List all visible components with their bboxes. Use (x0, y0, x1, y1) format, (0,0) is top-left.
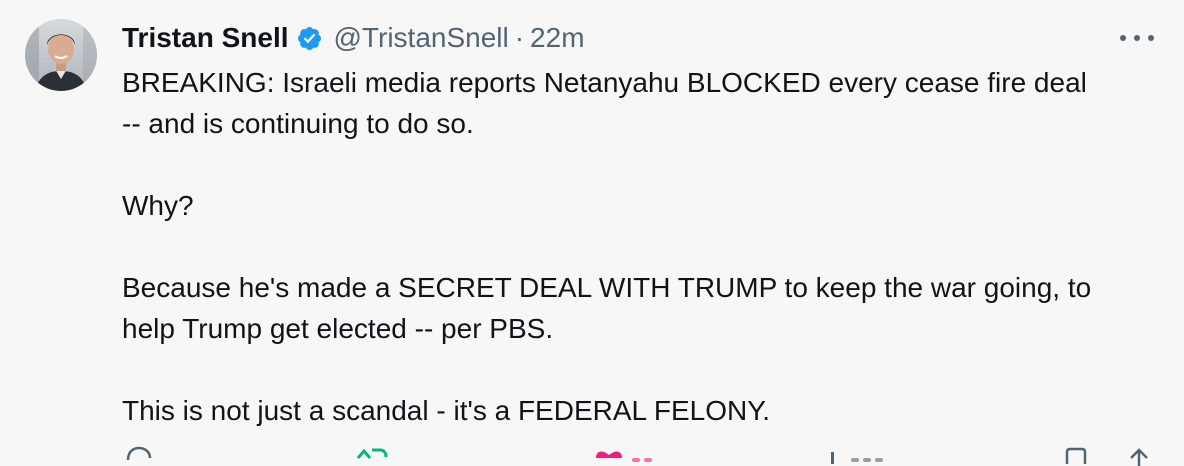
author-name[interactable]: Tristan Snell (122, 22, 289, 54)
more-options-icon[interactable] (1120, 26, 1154, 50)
tweet-line: This is not just a scandal - it's a FEDE… (122, 395, 771, 426)
avatar-image (25, 19, 97, 91)
tweet-card[interactable]: Tristan Snell @TristanSnell · 22m BREAKI… (0, 0, 1184, 466)
tweet-line: help Trump get elected -- per PBS. (122, 313, 554, 344)
verified-badge-icon[interactable] (296, 25, 323, 52)
separator-dot: · (514, 22, 525, 53)
tweet-header: Tristan Snell @TristanSnell · 22m (122, 20, 585, 56)
avatar[interactable] (25, 19, 97, 91)
tweet-line: Why? (122, 190, 194, 221)
views-icon[interactable] (827, 446, 887, 466)
like-count-fragment (632, 458, 652, 462)
tweet-line: Because he's made a SECRET DEAL WITH TRU… (122, 272, 1092, 303)
reply-icon[interactable] (124, 446, 154, 466)
share-icon[interactable] (1124, 446, 1154, 466)
tweet-paragraph: BREAKING: Israeli media reports Netanyah… (122, 62, 1162, 144)
tweet-line: BREAKING: Israeli media reports Netanyah… (122, 67, 1087, 98)
bookmark-icon[interactable] (1062, 446, 1092, 466)
action-bar (122, 446, 1162, 466)
author-handle[interactable]: @TristanSnell (334, 22, 509, 54)
repost-icon[interactable] (354, 446, 388, 466)
tweet-line: -- and is continuing to do so. (122, 108, 474, 139)
tweet-paragraph: Why? (122, 185, 1162, 226)
tweet-text: BREAKING: Israeli media reports Netanyah… (122, 62, 1162, 431)
timestamp[interactable]: 22m (530, 22, 584, 54)
like-icon[interactable] (592, 446, 626, 466)
tweet-paragraph: This is not just a scandal - it's a FEDE… (122, 390, 1162, 431)
tweet-paragraph: Because he's made a SECRET DEAL WITH TRU… (122, 267, 1162, 349)
